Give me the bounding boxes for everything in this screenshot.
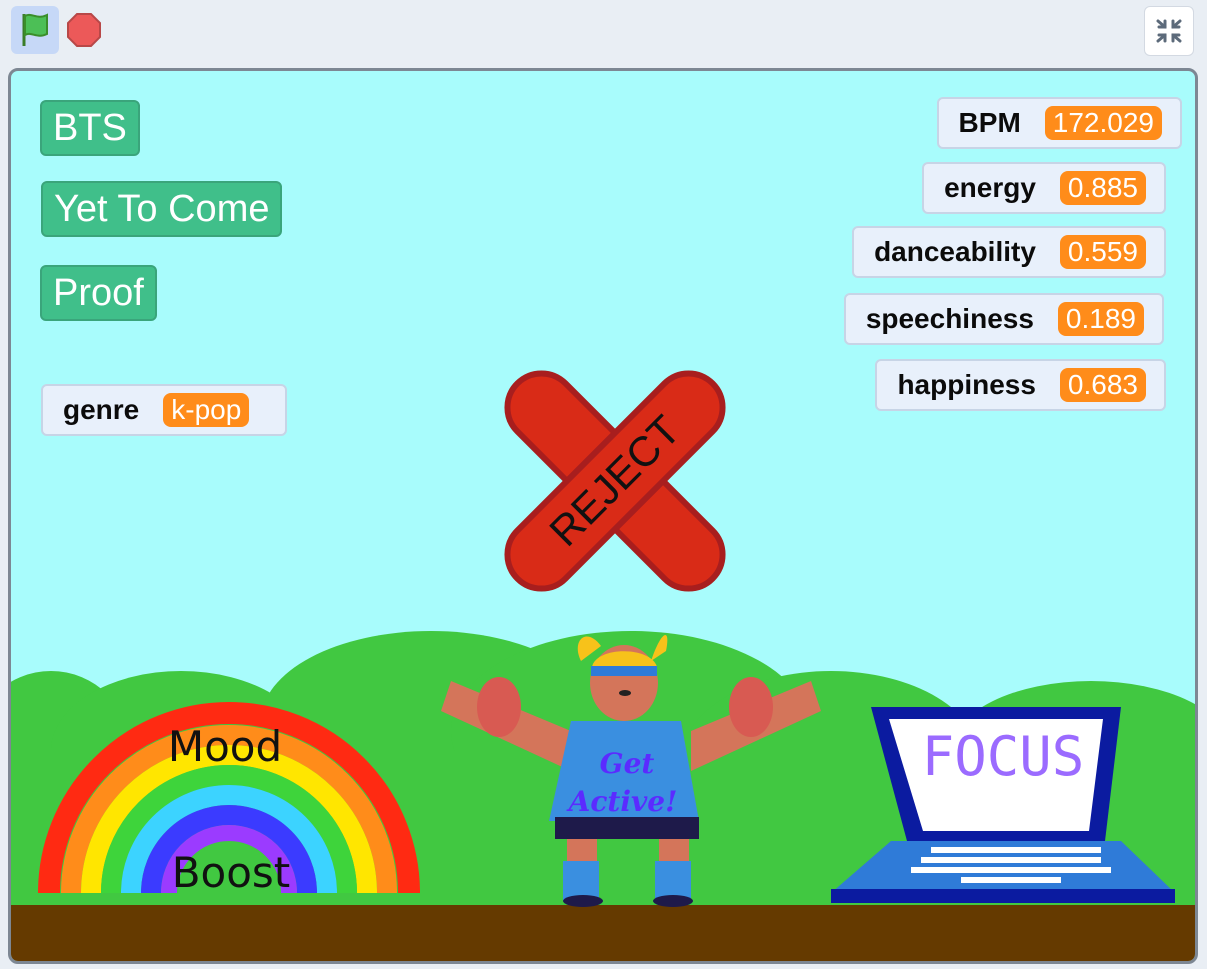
- genre-monitor-value: k-pop: [163, 393, 250, 427]
- speechiness-monitor: speechiness 0.189: [843, 293, 1164, 345]
- energy-monitor-label: energy: [944, 172, 1036, 203]
- song-button-bts[interactable]: BTS: [40, 100, 140, 156]
- stop-button[interactable]: [66, 12, 102, 48]
- rainbow-text-boost: Boost: [172, 848, 291, 897]
- green-flag-icon: [22, 13, 48, 46]
- laptop-screen-text: FOCUS: [922, 725, 1085, 788]
- shirt-text-line1: Get: [600, 747, 655, 780]
- danceability-monitor-value: 0.559: [1059, 235, 1146, 269]
- exit-fullscreen-icon: [1156, 19, 1182, 43]
- danceability-monitor: danceability 0.559: [852, 226, 1166, 278]
- happiness-monitor-label: happiness: [897, 369, 1036, 400]
- bpm-monitor-label: BPM: [958, 107, 1021, 138]
- genre-monitor-label: genre: [63, 394, 140, 425]
- rainbow-text-mood: Mood: [168, 722, 282, 771]
- bpm-monitor: BPM 172.029: [936, 97, 1182, 149]
- bpm-monitor-value: 172.029: [1044, 106, 1162, 140]
- green-flag-button[interactable]: [11, 6, 59, 54]
- song-button-proof[interactable]: Proof: [40, 265, 157, 321]
- energy-monitor: energy 0.885: [922, 162, 1166, 214]
- happiness-monitor-value: 0.683: [1059, 368, 1146, 402]
- speechiness-monitor-value: 0.189: [1057, 302, 1144, 336]
- danceability-monitor-label: danceability: [874, 236, 1036, 267]
- stop-sign-icon: [67, 13, 101, 47]
- exit-fullscreen-button[interactable]: [1144, 6, 1194, 56]
- happiness-monitor: happiness 0.683: [875, 359, 1166, 411]
- stage[interactable]: Mood Boost REJECT Get Active! FOCUS BTS …: [8, 68, 1198, 964]
- stage-toolbar: [0, 0, 1207, 62]
- speechiness-monitor-label: speechiness: [865, 303, 1034, 334]
- ground: [11, 905, 1195, 961]
- song-button-yet-to-come[interactable]: Yet To Come: [41, 181, 283, 237]
- energy-monitor-value: 0.885: [1059, 171, 1146, 205]
- genre-monitor: genre k-pop: [41, 384, 287, 436]
- shirt-text-line2: Active!: [566, 785, 678, 818]
- reject-sprite[interactable]: REJECT: [493, 359, 736, 602]
